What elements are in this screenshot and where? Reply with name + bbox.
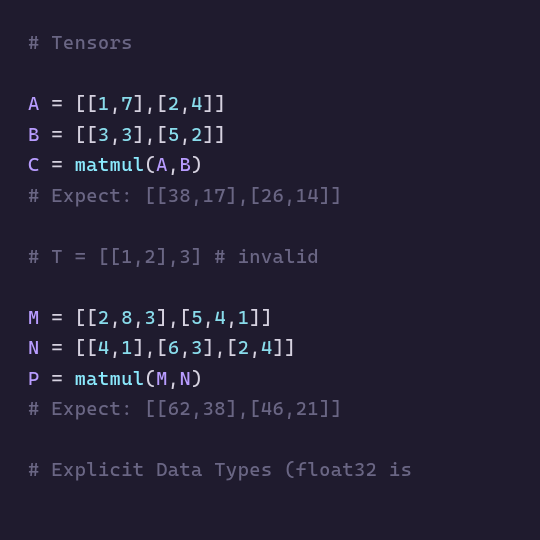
code-token: =	[51, 123, 63, 146]
code-token: ],[	[203, 336, 238, 359]
code-token	[63, 367, 75, 390]
code-token: 2	[98, 306, 110, 329]
code-token: ,	[133, 306, 145, 329]
code-token: ]]	[249, 306, 272, 329]
code-token: B	[28, 123, 40, 146]
code-block: # Tensors A = [[1,7],[2,4]] B = [[3,3],[…	[0, 0, 540, 514]
code-token: =	[51, 306, 63, 329]
code-token: 1	[98, 92, 110, 115]
code-token: 4	[261, 336, 273, 359]
code-token: # Tensors	[28, 31, 133, 54]
code-token: matmul	[75, 367, 145, 390]
code-token: ,	[226, 306, 238, 329]
code-token: =	[51, 336, 63, 359]
code-token: ,	[179, 92, 191, 115]
code-token	[40, 92, 52, 115]
code-token: 7	[121, 92, 133, 115]
code-token: [[	[75, 336, 98, 359]
code-token: M	[156, 367, 168, 390]
code-token: ,	[110, 306, 122, 329]
code-token: )	[191, 153, 203, 176]
code-token: ,	[249, 336, 261, 359]
code-token: 2	[238, 336, 250, 359]
code-token: matmul	[75, 153, 145, 176]
code-token: ,	[179, 336, 191, 359]
code-token	[63, 153, 75, 176]
code-token: ],[	[133, 123, 168, 146]
code-token	[40, 123, 52, 146]
code-token	[63, 123, 75, 146]
code-token: 1	[121, 336, 133, 359]
code-token: # T = [[1,2],3] # invalid	[28, 245, 319, 268]
code-token: [[	[75, 306, 98, 329]
code-token: )	[191, 367, 203, 390]
code-token: ,	[110, 336, 122, 359]
code-token: (	[144, 153, 156, 176]
code-token: ],[	[133, 92, 168, 115]
code-token: # Expect: [[62,38],[46,21]]	[28, 397, 342, 420]
code-token: 3	[145, 306, 157, 329]
code-token: ]]	[273, 336, 296, 359]
code-token	[40, 336, 52, 359]
code-token: 8	[121, 306, 133, 329]
code-token	[63, 306, 75, 329]
code-token: ,	[168, 153, 180, 176]
code-token	[40, 306, 52, 329]
code-token: 4	[214, 306, 226, 329]
code-token: ,	[179, 123, 191, 146]
code-token: N	[179, 367, 191, 390]
code-token: A	[156, 153, 168, 176]
code-token: [[	[75, 123, 98, 146]
code-token: ,	[168, 367, 180, 390]
code-token: [[	[75, 92, 98, 115]
code-token: (	[144, 367, 156, 390]
code-token: N	[28, 336, 40, 359]
code-token: ],[	[156, 306, 191, 329]
code-token: =	[51, 367, 63, 390]
code-token: 4	[98, 336, 110, 359]
code-token: C	[28, 153, 40, 176]
code-token: ,	[110, 92, 122, 115]
code-token: ]]	[203, 123, 226, 146]
code-token: ],[	[133, 336, 168, 359]
code-token	[40, 153, 52, 176]
code-token: 1	[238, 306, 250, 329]
code-token: 5	[191, 306, 203, 329]
code-token: =	[51, 153, 63, 176]
code-token: =	[51, 92, 63, 115]
code-token	[63, 92, 75, 115]
code-token: 2	[168, 92, 180, 115]
code-token	[40, 367, 52, 390]
code-token: # Expect: [[38,17],[26,14]]	[28, 184, 342, 207]
code-token: 3	[191, 336, 203, 359]
code-token: ,	[110, 123, 122, 146]
code-token: M	[28, 306, 40, 329]
code-token: 5	[168, 123, 180, 146]
code-token	[63, 336, 75, 359]
code-token: B	[179, 153, 191, 176]
code-token: A	[28, 92, 40, 115]
code-token: 3	[98, 123, 110, 146]
code-token: P	[28, 367, 40, 390]
code-token: ]]	[203, 92, 226, 115]
code-token: 3	[121, 123, 133, 146]
code-token: 6	[168, 336, 180, 359]
code-token: # Explicit Data Types (float32 is	[28, 458, 424, 481]
code-token: 4	[191, 92, 203, 115]
code-token: 2	[191, 123, 203, 146]
code-token: ,	[203, 306, 215, 329]
